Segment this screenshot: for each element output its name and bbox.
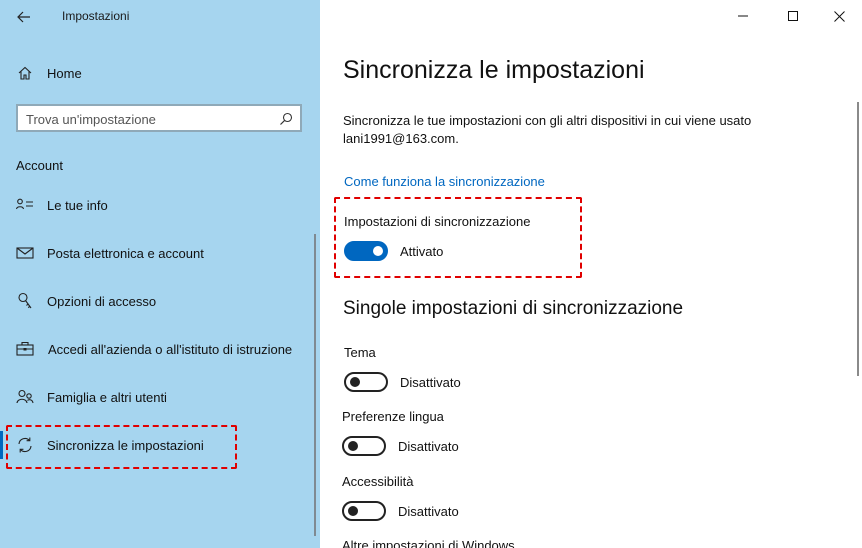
home-icon [15,63,35,83]
accessibilita-label: Accessibilità [342,474,414,489]
search-input[interactable] [26,110,276,128]
lingua-label: Preferenze lingua [342,409,444,424]
sidebar-item-le-tue-info[interactable]: Le tue info [0,188,320,222]
people-icon [15,387,35,407]
maximize-button[interactable] [770,0,816,32]
toggle-knob [348,506,358,516]
sidebar-item-famiglia[interactable]: Famiglia e altri utenti [0,380,320,414]
sidebar-item-label: Le tue info [47,197,108,213]
altre-impostazioni-label: Altre impostazioni di Windows [342,538,515,548]
sidebar-item-label: Opzioni di accesso [47,293,157,309]
highlight-box-sync-item [6,425,237,469]
sidebar-item-label: Famiglia e altri utenti [47,389,167,405]
content-scrollbar[interactable] [857,102,859,376]
minimize-button[interactable] [720,0,766,32]
app-title: Impostazioni [62,9,130,23]
back-button[interactable] [12,6,36,28]
section-heading: Account [16,158,63,173]
accessibilita-state: Disattivato [398,504,459,519]
sidebar-item-label: Home [47,65,82,81]
sidebar-item-label: Posta elettronica e account [47,245,204,261]
briefcase-icon [15,339,35,359]
page-description: Sincronizza le tue impostazioni con gli … [343,113,752,146]
search-icon[interactable] [278,111,294,127]
tema-toggle[interactable] [344,372,388,392]
person-info-icon [15,195,35,215]
toggle-knob [348,441,358,451]
search-box[interactable] [16,104,302,132]
sidebar-scrollbar[interactable] [314,234,316,536]
back-arrow-icon [17,11,30,23]
sidebar-item-label: Accedi all'azienda o all'istituto di ist… [48,341,293,357]
tema-state: Disattivato [400,375,461,390]
sidebar-item-accedi-azienda[interactable]: Accedi all'azienda o all'istituto di ist… [0,332,320,366]
individual-sync-heading: Singole impostazioni di sincronizzazione [343,298,684,319]
mail-icon [15,243,35,263]
sidebar-item-home[interactable]: Home [0,56,320,90]
highlight-box-sync-toggle [334,197,582,278]
key-icon [15,291,35,311]
page-title: Sincronizza le impostazioni [343,56,645,84]
how-sync-works-link[interactable]: Come funziona la sincronizzazione [344,174,545,189]
minimize-icon [738,15,748,17]
tema-label: Tema [344,345,376,360]
toggle-knob [350,377,360,387]
close-icon [833,10,845,22]
maximize-icon [788,11,798,21]
close-button[interactable] [816,0,862,32]
sidebar-item-posta[interactable]: Posta elettronica e account [0,236,320,270]
lingua-toggle[interactable] [342,436,386,456]
accessibilita-toggle[interactable] [342,501,386,521]
sidebar-item-opzioni-accesso[interactable]: Opzioni di accesso [0,284,320,318]
content-pane: Sincronizza le impostazioni Sincronizza … [320,0,862,548]
lingua-state: Disattivato [398,439,459,454]
sidebar: Impostazioni Home Account Le tue info Po… [0,0,320,548]
